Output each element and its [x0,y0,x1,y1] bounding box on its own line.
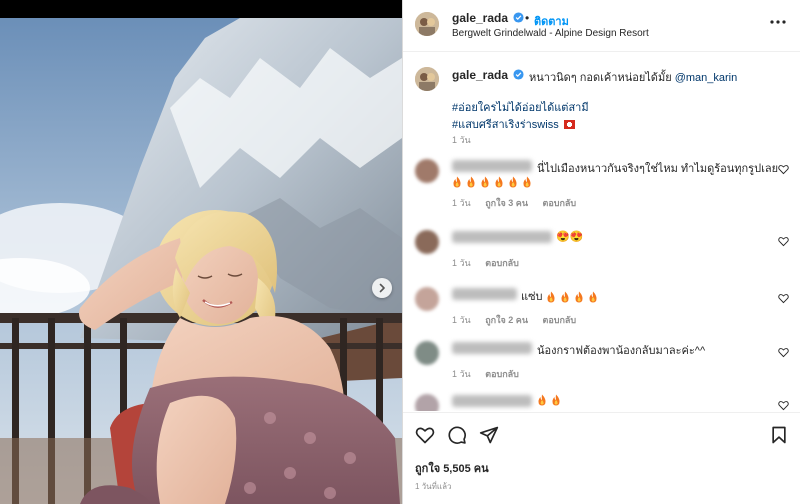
comment-avatar[interactable] [415,159,439,183]
comment-bubble-icon[interactable] [447,425,467,445]
instagram-post-window: gale_rada • ติดตาม Bergwelt Grindelwald … [0,0,800,504]
comments-scroll-area[interactable]: gale_rada หนาวนิดๆ กอดเค้าหน่อยได้มั้ย @… [403,53,800,411]
heart-outline-icon[interactable] [778,236,789,247]
avatar[interactable] [415,12,439,36]
comment-reply-button[interactable]: ตอบกลับ [485,369,519,379]
bookmark-icon[interactable] [769,425,789,445]
comment-meta: 1 วัน ถูกใจ 3 คน ตอบกลับ [452,196,588,210]
comment-fire-emojis [537,394,565,406]
fire-emoji-icon [552,394,560,406]
photo-illustration [0,18,402,504]
comment-item: แซ่บ 1 วัน ถูกใจ 2 คน ตอบกลับ [403,287,800,327]
caption-avatar[interactable] [415,67,439,91]
header-separator: • [525,11,530,25]
comment-meta: 1 วัน ตอบกลับ [452,367,531,381]
comment-avatar[interactable] [415,394,439,411]
comment-item: น้องกราฟต้องพาน้องกลับมาละค่ะ^^ 1 วัน ตอ… [403,341,800,381]
post-photo[interactable] [0,18,402,504]
comment-username-blurred [452,160,532,172]
caption-text: หนาวนิดๆ กอดเค้าหน่อยได้มั้ย @man_karin [529,68,737,86]
caption-username-group: gale_rada [452,68,524,82]
comment-fire-emojis [546,291,602,303]
comment-item: นี่ไปเมืองหนาวกันจริงๆใช่ไหม ทำไมดูร้อนท… [403,159,800,209]
comment-username-blurred [452,395,532,407]
comment-fire-emojis [452,176,536,188]
comment-reply-button[interactable]: ตอบกลับ [543,315,577,325]
comment-username-blurred [452,231,552,243]
avatar-image [415,67,439,91]
comment-likes[interactable]: ถูกใจ 2 คน [485,315,528,325]
caption-hashtag-2-row: #แสบศรีสาเริงร่าswiss [452,115,575,133]
post-side-panel: gale_rada • ติดตาม Bergwelt Grindelwald … [402,0,800,504]
comment-avatar[interactable] [415,287,439,311]
avatar-image [415,12,439,36]
caption-mention[interactable]: @man_karin [675,72,738,84]
comment-username-blurred [452,342,532,354]
like-count[interactable]: ถูกใจ 5,505 คน [415,459,489,477]
post-timestamp: 1 วันที่แล้ว [415,482,452,491]
caption-time: 1 วัน [452,135,471,145]
comment-meta: 1 วัน ถูกใจ 2 คน ตอบกลับ [452,313,588,327]
fire-emoji-icon [538,394,546,406]
next-photo-button[interactable] [372,278,392,298]
fire-emoji-icon [495,176,503,188]
fire-emoji-icon [453,176,461,188]
comment-avatar[interactable] [415,341,439,365]
fire-emoji-icon [589,291,597,303]
location-link[interactable]: Bergwelt Grindelwald - Alpine Design Res… [452,28,649,39]
heart-outline-icon[interactable] [778,293,789,304]
comment-likes[interactable]: ถูกใจ 3 คน [485,198,528,208]
heart-outline-icon[interactable] [415,425,435,445]
fire-emoji-icon [547,291,555,303]
comment-text-body: แซ่บ [521,291,543,303]
comment-text: นี่ไปเมืองหนาวกันจริงๆใช่ไหม ทำไมดูร้อนท… [537,163,779,175]
caption-hashtag-1[interactable]: #อ่อยใครไม่ได้อ่อยได้แต่สามี [452,98,589,116]
chevron-right-icon [379,283,385,293]
comment-reply-button[interactable]: ตอบกลับ [485,258,519,268]
fire-emoji-icon [467,176,475,188]
caption-body: หนาวนิดๆ กอดเค้าหน่อยได้มั้ย [529,72,675,84]
comment-text: 😍😍 [556,231,584,243]
fire-emoji-icon [561,291,569,303]
top-black-bar [0,0,402,18]
comment-meta: 1 วัน ตอบกลับ [452,256,531,270]
header-username[interactable]: gale_rada [452,11,508,25]
fire-emoji-icon [575,291,583,303]
post-header: gale_rada • ติดตาม Bergwelt Grindelwald … [403,0,800,52]
fire-emoji-icon [481,176,489,188]
comment-item: 😍😍 1 วัน ตอบกลับ [403,230,800,270]
comment-avatar[interactable] [415,230,439,254]
comment-time: 1 วัน [452,315,471,325]
comment-text: น้องกราฟต้องพาน้องกลับมาละค่ะ^^ [537,345,706,357]
swiss-flag-icon [563,120,575,129]
comment-time: 1 วัน [452,258,471,268]
comment-text: แซ่บ [521,287,602,305]
fire-emoji-icon [523,176,531,188]
heart-outline-icon[interactable] [778,347,789,358]
comment-item [403,394,800,411]
post-actions: ถูกใจ 5,505 คน 1 วันที่แล้ว [403,412,800,504]
header-username-group: gale_rada [452,11,524,25]
fire-emoji-icon [509,176,517,188]
caption-hashtag-2[interactable]: #แสบศรีสาเริงร่าswiss [452,119,559,131]
paper-plane-icon[interactable] [479,425,499,445]
comment-time: 1 วัน [452,369,471,379]
verified-badge-icon [513,69,524,80]
more-horizontal-icon[interactable] [769,14,787,30]
caption-username[interactable]: gale_rada [452,68,508,82]
comment-reply-button[interactable]: ตอบกลับ [543,198,577,208]
comment-username-blurred [452,288,517,300]
heart-outline-icon[interactable] [778,400,789,411]
comment-time: 1 วัน [452,198,471,208]
heart-outline-icon[interactable] [778,164,789,175]
verified-badge-icon [513,12,524,23]
